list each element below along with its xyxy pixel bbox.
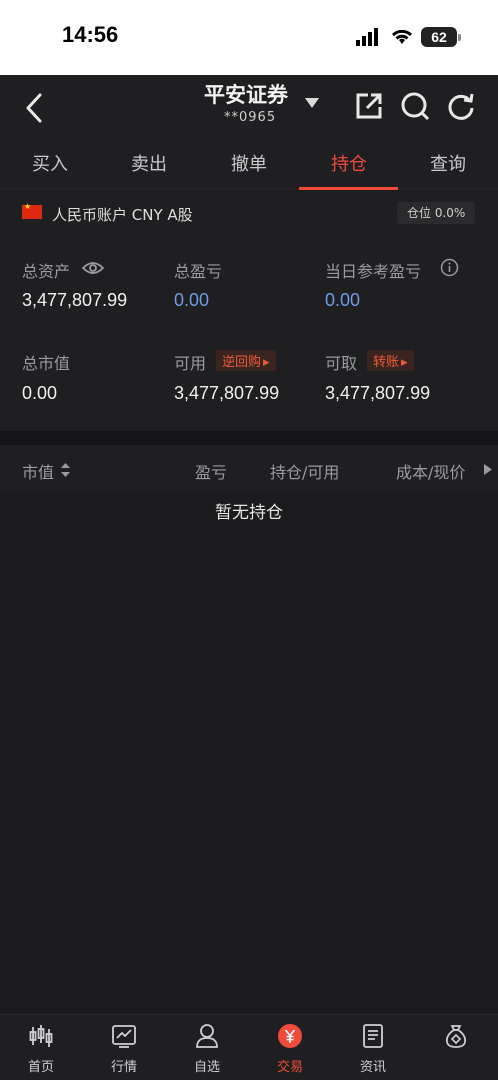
status-time: 14:56 — [62, 22, 119, 47]
available-label: 可用 — [174, 354, 207, 373]
nav-news[interactable]: 资讯 — [343, 1023, 403, 1075]
column-cost-price: 成本/现价 — [396, 463, 466, 482]
tab-buy[interactable]: 买入 — [0, 150, 100, 176]
chart-icon — [112, 1025, 136, 1048]
tab-query[interactable]: 查询 — [398, 150, 498, 176]
user-icon — [196, 1024, 218, 1048]
position-badge: 仓位 0.0% — [397, 202, 476, 224]
account-name: 人民币账户 CNY A股 — [52, 206, 193, 224]
withdrawable-value: 3,477,807.99 — [325, 383, 431, 403]
nav-trade[interactable]: 交易 — [260, 1023, 320, 1075]
daily-pnl-label: 当日参考盈亏 — [325, 262, 422, 281]
back-icon[interactable] — [20, 91, 50, 125]
refresh-icon[interactable] — [446, 91, 476, 121]
empty-holdings-text: 暂无持仓 — [215, 503, 283, 523]
signal-icon — [356, 28, 382, 50]
trade-tabs: 买入 卖出 撤单 持仓 查询 — [0, 140, 498, 190]
active-tab-indicator — [299, 187, 398, 190]
withdrawable-label: 可取 — [325, 354, 358, 373]
nav-market[interactable]: 行情 — [94, 1023, 154, 1075]
section-divider — [0, 431, 498, 445]
battery-indicator: 62 — [421, 27, 461, 47]
china-flag-icon — [22, 202, 42, 219]
account-dropdown-icon[interactable] — [305, 98, 319, 108]
broker-title[interactable]: 平安证券 — [204, 79, 288, 109]
total-assets-label: 总资产 — [22, 262, 71, 281]
tab-sell[interactable]: 卖出 — [99, 150, 199, 176]
column-market-value[interactable]: 市值 — [22, 459, 54, 483]
tab-holdings[interactable]: 持仓 — [299, 150, 399, 176]
total-assets-value: 3,477,807.99 — [22, 290, 128, 310]
search-icon[interactable] — [400, 91, 430, 121]
share-icon[interactable] — [354, 91, 384, 121]
info-icon[interactable] — [440, 258, 459, 277]
asset-summary: 总资产 3,477,807.99 总盈亏 0.00 当日参考盈亏 0.00 总市… — [0, 236, 498, 431]
yuan-icon — [278, 1024, 302, 1048]
document-icon — [363, 1024, 383, 1048]
status-bar: 14:56 62 — [0, 0, 498, 75]
nav-trade-label: 交易 — [276, 1060, 303, 1075]
tab-cancel[interactable]: 撤单 — [199, 150, 299, 176]
nav-wealth[interactable] — [426, 1023, 486, 1056]
nav-market-label: 行情 — [110, 1060, 137, 1075]
transfer-button[interactable]: 转账 — [367, 350, 414, 371]
chevron-right-icon[interactable] — [484, 464, 492, 475]
nav-news-label: 资讯 — [359, 1060, 386, 1075]
bottom-navigation: 首页 行情 自选 交易 资讯 — [0, 1014, 498, 1080]
market-value-label: 总市值 — [22, 354, 71, 373]
candlestick-icon — [29, 1025, 53, 1047]
nav-home-label: 首页 — [27, 1060, 54, 1075]
total-pnl-label: 总盈亏 — [174, 262, 223, 281]
column-pnl: 盈亏 — [195, 463, 228, 482]
holdings-table-header: 市值 盈亏 持仓/可用 成本/现价 — [0, 445, 498, 493]
account-number[interactable]: **0965 — [224, 110, 276, 125]
eye-icon[interactable] — [82, 260, 104, 276]
sort-icon[interactable] — [61, 463, 70, 477]
column-holding-available: 持仓/可用 — [270, 463, 340, 482]
nav-watchlist-label: 自选 — [193, 1060, 220, 1075]
available-value: 3,477,807.99 — [174, 383, 280, 403]
nav-watchlist[interactable]: 自选 — [177, 1023, 237, 1075]
wifi-icon — [390, 26, 414, 50]
reverse-repo-button[interactable]: 逆回购 — [216, 350, 276, 371]
daily-pnl-value: 0.00 — [325, 290, 361, 310]
top-header: 平安证券 **0965 — [0, 75, 498, 140]
account-row: 人民币账户 CNY A股 仓位 0.0% — [0, 191, 498, 236]
total-pnl-value: 0.00 — [174, 290, 210, 310]
nav-home[interactable]: 首页 — [11, 1023, 71, 1075]
market-value-value: 0.00 — [22, 383, 58, 403]
money-bag-icon — [445, 1025, 467, 1048]
